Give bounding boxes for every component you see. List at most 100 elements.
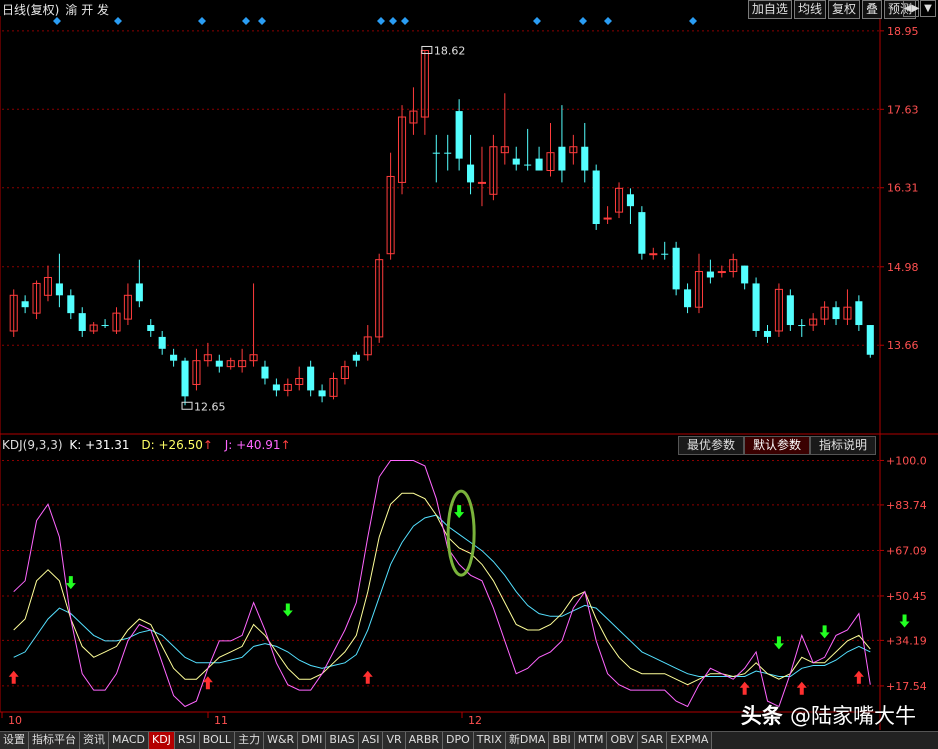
candle-body-down [21, 301, 29, 308]
dropdown-arrow-icon[interactable]: ▼ [920, 0, 936, 17]
bottom-tab-dmi[interactable]: DMI [298, 732, 327, 749]
kdj-axis-label: +83.74 [886, 499, 927, 512]
bottom-tab-obv[interactable]: OBV [607, 732, 638, 749]
signal-diamond-icon [401, 17, 409, 25]
bottom-tab-dpo[interactable]: DPO [443, 732, 474, 749]
moving-average-button[interactable]: 均线 [793, 0, 826, 19]
bottom-tab-vr[interactable]: VR [383, 732, 406, 749]
price-markers: 18.62 12.65 [181, 44, 466, 413]
high-price-label: 18.62 [434, 44, 466, 57]
buy-arrow-icon [362, 670, 373, 684]
candle-body-down [741, 265, 749, 284]
buy-arrow-icon [739, 681, 750, 695]
kdj-axis-label: +50.45 [886, 590, 927, 603]
chart-canvas[interactable]: 18.62 12.65 18.95 17.63 16.31 14.98 13.66 +100… [0, 0, 938, 748]
candle-body-down [798, 325, 806, 327]
candle-body-up [649, 253, 658, 256]
bottom-tab-boll[interactable]: BOLL [199, 732, 236, 749]
date-axis-label: 10 [8, 714, 22, 727]
candle-body-up [717, 271, 726, 274]
candle-body-down [455, 111, 463, 159]
bottom-tab-trix[interactable]: TRIX [473, 732, 506, 749]
candle-body-down [170, 354, 178, 361]
candle-body-down [626, 194, 634, 207]
candle-body-down [101, 325, 109, 327]
tab-best-params[interactable]: 最优参数 [677, 436, 744, 455]
candle-body-down [535, 158, 543, 171]
bottom-tab-mtm[interactable]: MTM [574, 732, 608, 749]
overlay-button[interactable]: 叠 [861, 0, 882, 19]
candle-body-down [352, 354, 360, 361]
highlight-ellipse [446, 489, 476, 577]
candle-body-down [158, 336, 166, 349]
candle-body-down [752, 283, 760, 331]
date-axis-label: 12 [468, 714, 482, 727]
candle-body-down [706, 271, 714, 278]
candle-body-down [78, 313, 86, 331]
signal-diamond-icon [258, 17, 266, 25]
param-tabs: 最优参数 默认参数 指标说明 [677, 436, 876, 455]
tab-default-params[interactable]: 默认参数 [743, 436, 810, 455]
bottom-tab-macd[interactable]: MACD [109, 732, 149, 749]
bottom-tab--[interactable]: 资讯 [80, 732, 109, 749]
kdj-axis-label: +67.09 [886, 544, 927, 557]
bottom-tab-kdj[interactable]: KDJ [148, 732, 175, 749]
kdj-j-value: J: +40.91 [224, 438, 281, 452]
candle-body-down [638, 212, 646, 254]
candle-body-down [763, 330, 772, 337]
bottom-tab--[interactable]: 主力 [235, 732, 265, 749]
candle-body-down [866, 325, 874, 355]
signal-diamond-icon [389, 17, 397, 25]
sell-arrow-icon [819, 625, 830, 639]
candle-body-down [512, 158, 520, 165]
period-label: 日线(复权) [2, 3, 60, 17]
tab-indicator-help[interactable]: 指标说明 [809, 436, 876, 455]
adjust-price-button[interactable]: 复权 [827, 0, 860, 19]
candle-body-down [467, 164, 475, 183]
kdj-axis-label: +17.54 [886, 680, 927, 693]
bottom-tab-arbr[interactable]: ARBR [405, 732, 444, 749]
signal-diamond-icon [604, 17, 612, 25]
low-marker-box [181, 401, 193, 410]
window-controls: ◀▶ ▼ [902, 0, 936, 17]
watermark-brand: 头条 [740, 704, 783, 728]
bottom-tab--[interactable]: 指标平台 [29, 732, 80, 749]
signal-diamond-icon [198, 17, 206, 25]
kdj-name: KDJ(9,3,3) [2, 438, 63, 452]
bottom-tab-rsi[interactable]: RSI [174, 732, 200, 749]
kdj-series [8, 460, 910, 708]
candle-body-down [444, 152, 452, 154]
bottom-tab-bbi[interactable]: BBI [549, 732, 575, 749]
signal-diamond-icon [242, 17, 250, 25]
signal-diamond-icon [533, 17, 541, 25]
price-axis-label: 16.31 [887, 182, 919, 195]
candle-body-down [67, 295, 75, 314]
signal-diamond-icon [377, 17, 385, 25]
bottom-tab-sar[interactable]: SAR [637, 732, 668, 749]
bottom-tab-expma[interactable]: EXPMA [667, 732, 713, 749]
buy-arrow-icon [796, 681, 807, 695]
sell-arrow-icon [454, 505, 465, 519]
bottom-tab--dma[interactable]: 新DMA [505, 732, 550, 749]
sell-arrow-icon [65, 576, 76, 590]
watermark-account: @陆家嘴大牛 [790, 704, 916, 728]
add-watchlist-button[interactable]: 加自选 [747, 0, 792, 19]
candle-body-down [672, 247, 680, 290]
candle-body-down [432, 152, 440, 154]
indicator-tab-bar: 设置 指标平台 资讯 MACD KDJ RSI BOLL 主力 W&R DMI BIAS ASI VR A… [0, 731, 938, 749]
bottom-tab-asi[interactable]: ASI [358, 732, 384, 749]
kdj-axis-label: +100.0 [886, 454, 927, 467]
bottom-tab-bias[interactable]: BIAS [326, 732, 359, 749]
stock-name: 渝 开 发 [65, 3, 110, 17]
candle-body-down [684, 289, 692, 308]
bottom-tab-w-r[interactable]: W&R [264, 732, 299, 749]
candle-body-down [55, 283, 63, 296]
date-axis-label: 11 [214, 714, 228, 727]
expand-arrows-icon[interactable]: ◀▶ [903, 0, 919, 17]
candle-body-down [524, 164, 532, 166]
kdj-k-value: K: +31.31 [69, 438, 130, 452]
kdj-legend: KDJ(9,3,3) K: +31.31 D: +26.50↑ J: +40.9… [2, 438, 291, 452]
bottom-tab--[interactable]: 设置 [0, 732, 29, 749]
candle-body-down [832, 307, 840, 320]
candle-body-down [786, 295, 794, 326]
